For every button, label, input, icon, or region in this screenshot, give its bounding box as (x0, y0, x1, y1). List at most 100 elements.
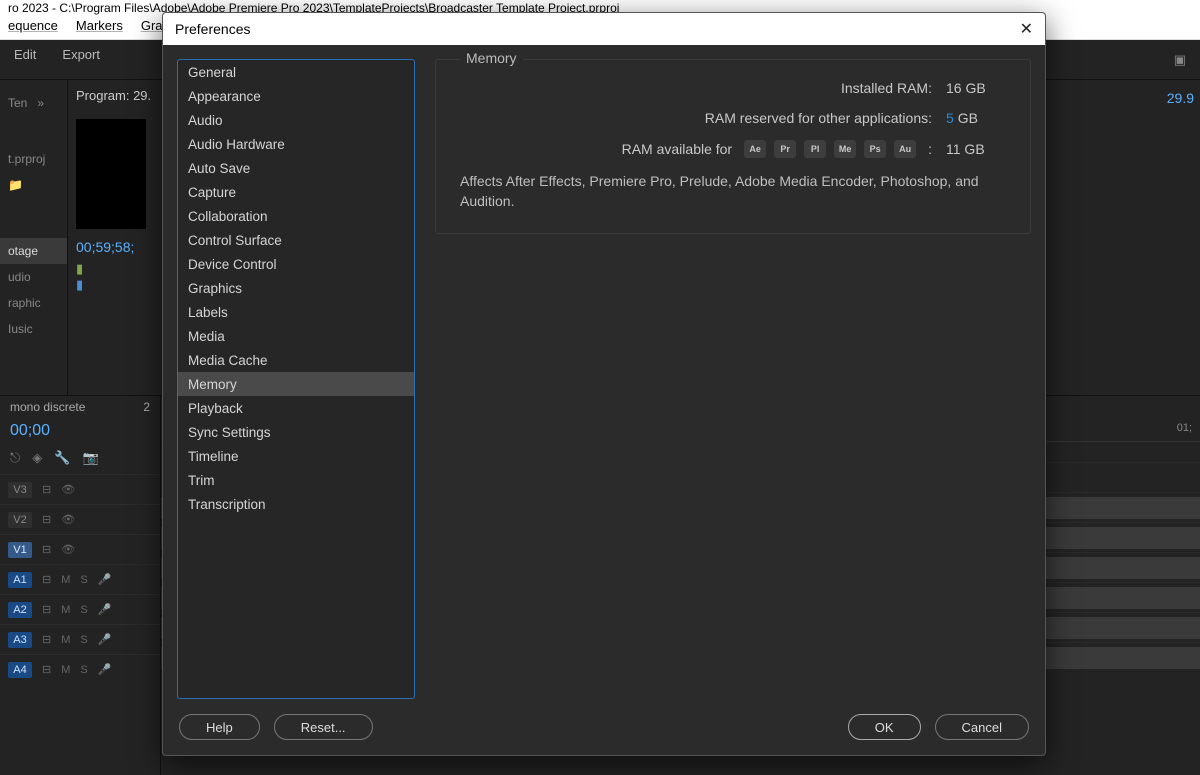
m-icon[interactable]: M (61, 604, 70, 616)
dialog-titlebar: Preferences ✕ (163, 13, 1045, 45)
pref-category-device-control[interactable]: Device Control (178, 252, 414, 276)
mute-icon[interactable]: ⊟ (42, 633, 51, 646)
mic-icon[interactable]: 🎤 (98, 603, 112, 616)
pref-category-audio[interactable]: Audio (178, 108, 414, 132)
available-ram-label: RAM available for (622, 141, 733, 157)
mic-icon[interactable]: 🎤 (98, 633, 112, 646)
bin-audio[interactable]: udio (0, 264, 67, 290)
tab-export[interactable]: Export (62, 47, 100, 72)
app-icon-pr: Pr (774, 140, 796, 158)
s-icon[interactable]: S (80, 664, 87, 676)
track-v1[interactable]: V1 ⊟ 👁 (0, 534, 160, 564)
cancel-button[interactable]: Cancel (935, 714, 1029, 740)
pref-category-sync-settings[interactable]: Sync Settings (178, 420, 414, 444)
eye-icon[interactable]: 👁 (61, 513, 75, 526)
folder-icon[interactable]: 📁 (0, 172, 67, 198)
s-icon[interactable]: S (80, 574, 87, 586)
program-timecode[interactable]: 00;59;58; (76, 239, 160, 255)
bin-footage[interactable]: otage (0, 238, 67, 264)
reserved-ram-unit: GB (958, 110, 978, 126)
s-icon[interactable]: S (80, 604, 87, 616)
pref-category-timeline[interactable]: Timeline (178, 444, 414, 468)
mute-icon[interactable]: ⊟ (42, 663, 51, 676)
pref-category-audio-hardware[interactable]: Audio Hardware (178, 132, 414, 156)
pref-category-transcription[interactable]: Transcription (178, 492, 414, 516)
timeline-tools: ⎋ ◈ 🔧 📷 (0, 450, 160, 474)
pref-category-auto-save[interactable]: Auto Save (178, 156, 414, 180)
pref-category-memory[interactable]: Memory (178, 372, 414, 396)
app-icon-ps: Ps (864, 140, 886, 158)
snap-icon[interactable]: ⎋ (10, 450, 20, 466)
bin-music[interactable]: Iusic (0, 316, 67, 342)
pref-category-media[interactable]: Media (178, 324, 414, 348)
project-name: t.prproj (0, 146, 67, 172)
m-icon[interactable]: M (61, 664, 70, 676)
track-badge: V3 (8, 482, 32, 498)
section-legend: Memory (460, 50, 523, 66)
app-icons-group: AePrPlMePsAu (744, 140, 916, 158)
reserved-ram-label: RAM reserved for other applications: (460, 110, 946, 126)
close-icon[interactable]: ✕ (1020, 19, 1033, 39)
marker-icon[interactable]: ◈ (32, 450, 42, 466)
dialog-title: Preferences (175, 21, 250, 37)
track-v2[interactable]: V2 ⊟ 👁 (0, 504, 160, 534)
pref-category-playback[interactable]: Playback (178, 396, 414, 420)
reserved-ram-value[interactable]: 5 GB (946, 110, 1006, 126)
available-ram-value: 11 GB (946, 141, 1006, 157)
pref-category-general[interactable]: General (178, 60, 414, 84)
bin-graphic[interactable]: raphic (0, 290, 67, 316)
app-icon-ae: Ae (744, 140, 766, 158)
track-badge: V1 (8, 542, 32, 558)
ok-button[interactable]: OK (848, 714, 921, 740)
installed-ram-value: 16 GB (946, 80, 1006, 96)
toggle-output-icon[interactable]: ⊟ (42, 543, 51, 556)
pref-category-media-cache[interactable]: Media Cache (178, 348, 414, 372)
track-badge: A2 (8, 602, 32, 618)
pref-category-capture[interactable]: Capture (178, 180, 414, 204)
pref-category-trim[interactable]: Trim (178, 468, 414, 492)
program-viewport[interactable] (76, 119, 146, 229)
m-icon[interactable]: M (61, 574, 70, 586)
mic-icon[interactable]: 🎤 (98, 663, 112, 676)
track-a4[interactable]: A4⊟MS🎤 (0, 654, 160, 684)
eye-icon[interactable]: 👁 (61, 483, 75, 496)
installed-ram-label: Installed RAM: (460, 80, 946, 96)
workspace-layout-icon[interactable]: ▣ (1174, 52, 1186, 68)
camera-icon[interactable]: 📷 (82, 450, 98, 466)
track-a2[interactable]: A2 ⊟ MS 🎤 (0, 594, 160, 624)
menu-sequence[interactable]: equence (8, 18, 58, 37)
timeline-timecode[interactable]: 00;00 (0, 418, 160, 450)
mute-icon[interactable]: ⊟ (42, 603, 51, 616)
app-icon-pl: Pl (804, 140, 826, 158)
marker-out: ▮ (76, 277, 160, 293)
toggle-output-icon[interactable]: ⊟ (42, 483, 51, 496)
pref-category-graphics[interactable]: Graphics (178, 276, 414, 300)
pref-category-labels[interactable]: Labels (178, 300, 414, 324)
mic-icon[interactable]: 🎤 (98, 573, 112, 586)
tab-edit[interactable]: Edit (14, 47, 36, 72)
help-button[interactable]: Help (179, 714, 260, 740)
track-v3[interactable]: V3 ⊟ 👁 (0, 474, 160, 504)
program-monitor-title: Program: 29. (76, 88, 160, 103)
s-icon[interactable]: S (80, 634, 87, 646)
wrench-icon[interactable]: 🔧 (54, 450, 70, 466)
m-icon[interactable]: M (61, 634, 70, 646)
dialog-footer: Help Reset... OK Cancel (163, 699, 1045, 755)
mute-icon[interactable]: ⊟ (42, 573, 51, 586)
eye-icon[interactable]: 👁 (61, 543, 75, 556)
pref-category-collaboration[interactable]: Collaboration (178, 204, 414, 228)
toggle-output-icon[interactable]: ⊟ (42, 513, 51, 526)
track-badge: V2 (8, 512, 32, 528)
preferences-category-list: GeneralAppearanceAudioAudio HardwareAuto… (177, 59, 415, 699)
tl-seq-num: 2 (143, 400, 150, 414)
track-a3[interactable]: A3 ⊟ MS 🎤 (0, 624, 160, 654)
panel-label-tem[interactable]: Ten » (0, 90, 67, 116)
pref-category-appearance[interactable]: Appearance (178, 84, 414, 108)
app-icon-au: Au (894, 140, 916, 158)
reset-button[interactable]: Reset... (274, 714, 373, 740)
marker-in: ▮ (76, 261, 160, 277)
track-a1[interactable]: A1⊟MS🎤 (0, 564, 160, 594)
menu-markers[interactable]: Markers (76, 18, 123, 37)
pref-category-control-surface[interactable]: Control Surface (178, 228, 414, 252)
track-badge: A3 (8, 632, 32, 648)
